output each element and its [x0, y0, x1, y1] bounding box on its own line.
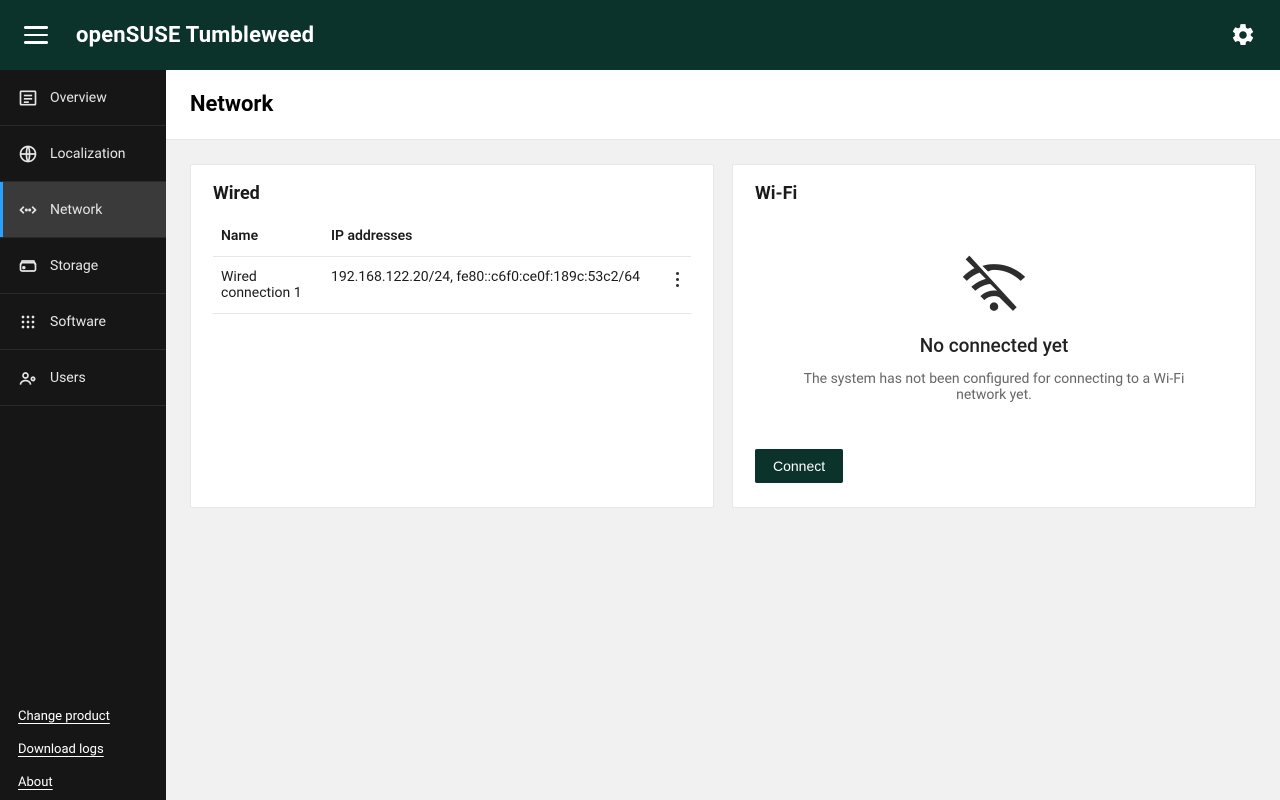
- sidebar-item-label: Overview: [50, 90, 107, 106]
- settings-button[interactable]: [1230, 22, 1256, 48]
- link-about[interactable]: About: [18, 775, 148, 790]
- row-actions-button[interactable]: [663, 257, 691, 314]
- wifi-empty-desc: The system has not been configured for c…: [784, 371, 1204, 403]
- wired-heading: Wired: [213, 183, 691, 204]
- main-content: Network Wired Name IP addresses: [166, 70, 1280, 800]
- link-change-product[interactable]: Change product: [18, 709, 148, 724]
- app-header: openSUSE Tumbleweed: [0, 0, 1280, 70]
- sidebar-footer-links: Change product Download logs About: [0, 709, 166, 800]
- sidebar-item-network[interactable]: Network: [0, 182, 166, 238]
- sidebar-item-localization[interactable]: Localization: [0, 126, 166, 182]
- sidebar-item-label: Users: [50, 370, 86, 386]
- link-download-logs[interactable]: Download logs: [18, 742, 148, 757]
- col-name: Name: [213, 220, 323, 257]
- wifi-off-icon: [955, 250, 1033, 318]
- sidebar-item-software[interactable]: Software: [0, 294, 166, 350]
- conn-ip: 192.168.122.20/24, fe80::c6f0:ce0f:189c:…: [323, 257, 663, 314]
- product-title: openSUSE Tumbleweed: [76, 23, 314, 48]
- sidebar-item-label: Software: [50, 314, 106, 330]
- connect-button[interactable]: Connect: [755, 449, 843, 483]
- col-ip: IP addresses: [323, 220, 663, 257]
- conn-name: Wired connection 1: [213, 257, 323, 314]
- sidebar-item-storage[interactable]: Storage: [0, 238, 166, 294]
- sidebar-item-label: Network: [50, 202, 102, 218]
- overview-icon: [18, 88, 38, 108]
- wifi-empty-title: No connected yet: [920, 334, 1069, 357]
- gear-icon: [1230, 22, 1256, 48]
- users-icon: [18, 368, 38, 388]
- globe-icon: [18, 144, 38, 164]
- wired-card: Wired Name IP addresses Wired connection…: [190, 164, 714, 508]
- sidebar-item-label: Storage: [50, 258, 98, 274]
- apps-icon: [18, 312, 38, 332]
- page-title: Network: [190, 92, 1256, 117]
- sidebar-item-overview[interactable]: Overview: [0, 70, 166, 126]
- page-title-bar: Network: [166, 70, 1280, 140]
- wired-connections-table: Name IP addresses Wired connection 1 192…: [213, 220, 691, 314]
- wifi-empty-state: No connected yet The system has not been…: [755, 220, 1233, 413]
- sidebar-item-label: Localization: [50, 146, 126, 162]
- table-row: Wired connection 1 192.168.122.20/24, fe…: [213, 257, 691, 314]
- wifi-heading: Wi-Fi: [755, 183, 1233, 204]
- wifi-card: Wi-Fi No connected yet The system has no…: [732, 164, 1256, 508]
- sidebar-item-users[interactable]: Users: [0, 350, 166, 406]
- storage-icon: [18, 256, 38, 276]
- sidebar: Overview Localization Network Storage So…: [0, 70, 166, 800]
- network-icon: [18, 200, 38, 220]
- menu-button[interactable]: [24, 23, 48, 47]
